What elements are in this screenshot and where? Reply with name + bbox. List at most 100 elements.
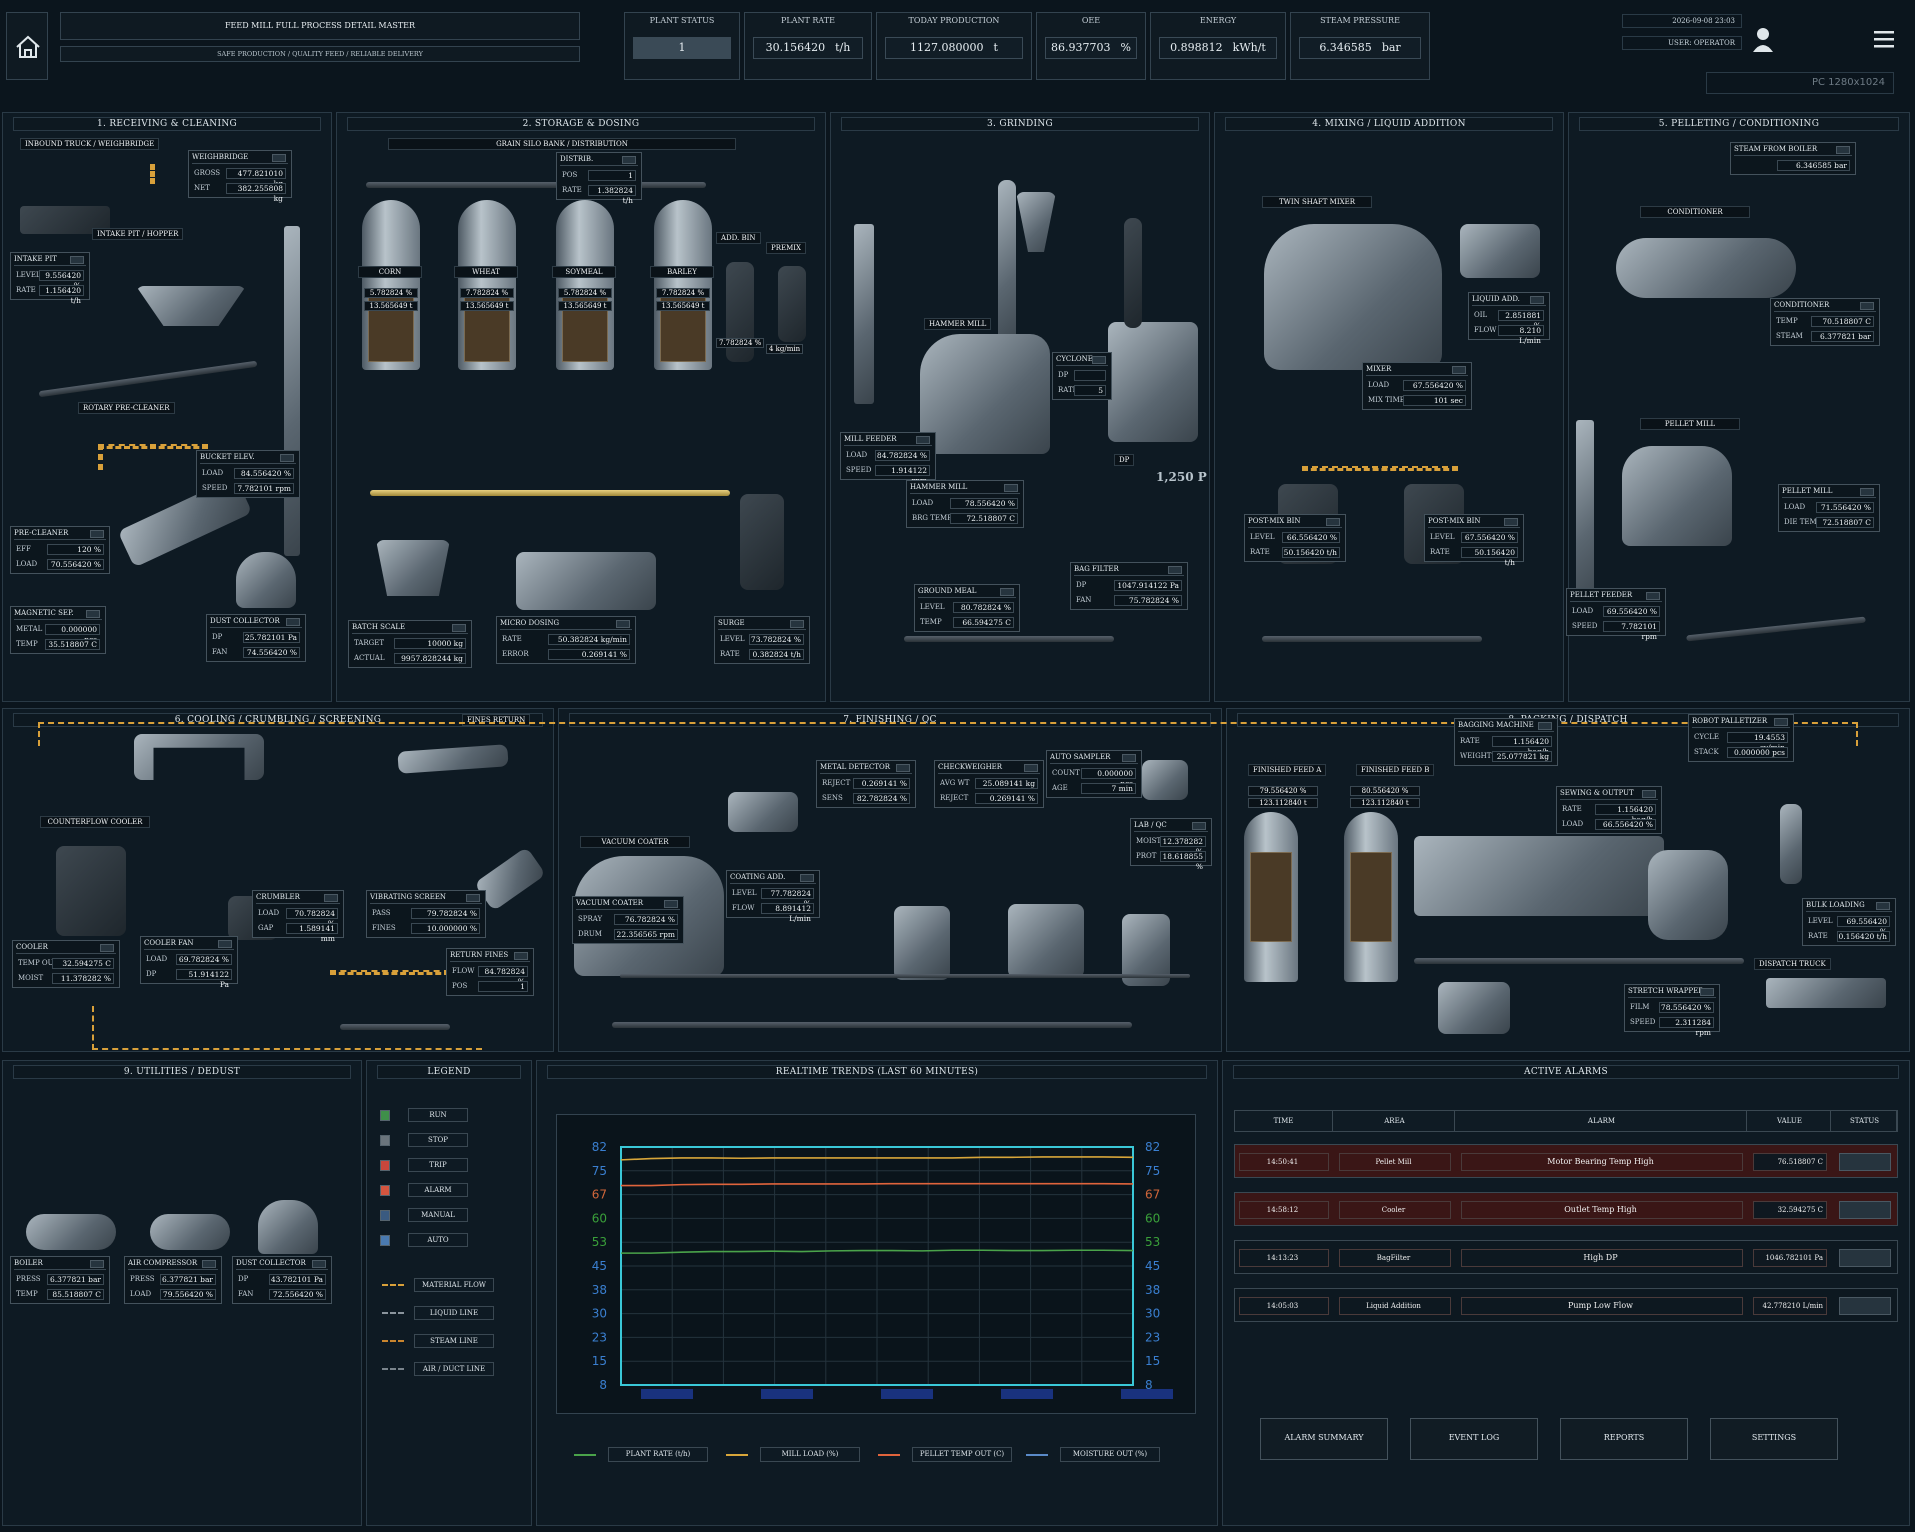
tag-title: SEWING & OUTPUT [1560, 789, 1658, 800]
tag-robotpal[interactable]: ROBOT PALLETIZERCYCLE19.4553 cy/minSTACK… [1688, 714, 1794, 762]
reports-button[interactable]: REPORTS [1560, 1418, 1688, 1460]
status-led-icon [1538, 722, 1552, 730]
y-tick-right: 38 [1145, 1283, 1160, 1297]
tag-row: DP 1047.914122 Pa [1074, 579, 1184, 592]
tag-value: 0.382824 t/h [749, 649, 804, 660]
tag-coolerfan[interactable]: COOLER FAN LOAD 69.782824 % DP 51.914122 Pa [140, 936, 238, 989]
kpi-value: 1127.080000 [910, 41, 984, 54]
tag-sewing[interactable]: SEWING & OUTPUT RATE 1.156420 bag/h LOAD 66.… [1556, 786, 1662, 834]
status-led-icon [1876, 902, 1890, 910]
tag-surge[interactable]: SURGE LEVEL 73.782824 % RATE 0.382824 t/h [714, 616, 810, 664]
tag-metaldet[interactable]: METAL DETECTOR REJECT 0.269141 % SENS 82.782… [816, 760, 916, 808]
legend-label: STEAM LINE [414, 1334, 494, 1348]
tag-postmix1[interactable]: POST-MIX BIN LEVEL 66.556420 % RATE 50.15642… [1244, 514, 1346, 562]
tag-steamboiler[interactable]: STEAM FROM BOILER 6.346585 bar [1730, 142, 1856, 175]
tag-bucket[interactable]: BUCKET ELEV. LOAD 84.556420 % SPEED 7.782101… [196, 450, 300, 498]
tag-conditioner[interactable]: CONDITIONER TEMP 70.518807 C STEAM 6.377821 … [1770, 298, 1880, 346]
legend-label: LIQUID LINE [414, 1306, 494, 1320]
alarm-row[interactable]: 14:50:41 Pellet Mill Motor Bearing Temp Hi… [1234, 1144, 1898, 1178]
alarm-ack-button[interactable] [1839, 1297, 1891, 1315]
tag-returnfines[interactable]: RETURN FINESFLOW84.782824 %POS1 [446, 948, 534, 996]
tag-key: OIL [1474, 311, 1488, 319]
tag-coatingadd[interactable]: COATING ADD.LEVEL77.782824 %FLOW8.891412… [726, 870, 820, 923]
kpi-unit: t/h [835, 41, 851, 54]
status-led-icon [1774, 718, 1788, 726]
tag-intake[interactable]: INTAKE PIT LEVEL9.556420 %RATE1.156420 t/… [10, 252, 90, 305]
tag-bulkload[interactable]: BULK LOADINGLEVEL69.556420 %RATE0.156420… [1802, 898, 1896, 946]
tag-key: TEMP [920, 618, 942, 626]
y-tick-right: 30 [1145, 1307, 1160, 1321]
menu-icon[interactable] [1874, 30, 1894, 48]
tag-crumbler[interactable]: CRUMBLER LOAD 70.782824 % GAP 1.589141 mm [252, 890, 344, 943]
tag-millfeed[interactable]: MILL FEEDER LOAD 84.782824 % SPEED 1.914122 … [840, 432, 936, 485]
tag-aircomp[interactable]: AIR COMPRESSOR PRESS 6.377821 bar LOAD 79.55… [124, 1256, 222, 1304]
alarm-ack-button[interactable] [1839, 1201, 1891, 1219]
tag-weighbridge[interactable]: WEIGHBRIDGE GROSS 477.821010 kg NET 382.2558… [188, 150, 292, 203]
tag-hammermill[interactable]: HAMMER MILL LOAD 78.556420 % BRG TEMP 72.518… [906, 480, 1024, 528]
trend-legend-item[interactable]: PELLET TEMP OUT (C) [876, 1446, 1026, 1464]
tag-distrib[interactable]: DISTRIB. POS 1 RATE 1.382824 t/h [556, 152, 642, 205]
tag-value: 6.377821 bar [46, 1274, 104, 1285]
event-log-button[interactable]: EVENT LOG [1410, 1418, 1538, 1460]
home-button[interactable] [6, 12, 48, 80]
tag-precleaner[interactable]: PRE-CLEANER EFF 120 % LOAD 70.556420 % [10, 526, 110, 574]
alarm-area: BagFilter [1339, 1249, 1451, 1267]
tag-row: SPEED 2.311284 rpm [1628, 1016, 1716, 1037]
alarm-value: 1046.782101 Pa [1753, 1249, 1827, 1267]
alarm-row[interactable]: 14:13:23 BagFilter High DP 1046.782101 Pa [1234, 1240, 1898, 1274]
tag-title-text: STEAM FROM BOILER [1734, 145, 1818, 153]
tag-title-text: MICRO DOSING [500, 619, 560, 627]
tag-postmix2[interactable]: POST-MIX BIN LEVEL 67.556420 % RATE 50.15642… [1424, 514, 1524, 567]
tag-micro[interactable]: MICRO DOSING RATE 50.382824 kg/min ERROR 0.2… [496, 616, 636, 664]
tag-value: 1.382824 t/h [587, 185, 636, 205]
tag-value: 6.377821 bar [160, 1274, 216, 1285]
tag-liquid[interactable]: LIQUID ADD. OIL 2.851881 %FLOW8.210 L/min [1468, 292, 1550, 345]
kpi-value-box: 6.346585 bar [1299, 37, 1421, 59]
tag-value: 0.269141 % [974, 793, 1038, 804]
tag-bagfilter[interactable]: BAG FILTER DP 1047.914122 Pa FAN 75.782824 % [1070, 562, 1188, 610]
tag-groundmeal[interactable]: GROUND MEAL LEVEL 80.782824 % TEMP 66.594275… [914, 584, 1020, 632]
tag-key: SENS [822, 794, 843, 802]
tag-bagging[interactable]: BAGGING MACHINE RATE 1.156420 bag/hWEIGHT2… [1454, 718, 1558, 766]
tag-checkweigh[interactable]: CHECKWEIGHER AVG WT 25.089141 kg REJECT 0.26… [934, 760, 1044, 808]
alarm-alarm: Motor Bearing Temp High [1461, 1153, 1743, 1171]
legend-swatch [380, 1135, 390, 1146]
tag-vacuum[interactable]: VACUUM COATER SPRAY 76.782824 % DRUM 22.3565… [572, 896, 684, 944]
tag-dustcoll[interactable]: DUST COLLECTOR DP 43.782101 Pa FAN 72.556420… [232, 1256, 332, 1304]
trend-legend-item[interactable]: MILL LOAD (%) [724, 1446, 874, 1464]
alarm-ack-button[interactable] [1839, 1249, 1891, 1267]
trend-legend-item[interactable]: PLANT RATE (t/h) [572, 1446, 722, 1464]
tag-batch[interactable]: BATCH SCALE TARGET 10000 kg ACTUAL 9957.8282… [348, 620, 472, 668]
user-icon[interactable] [1752, 26, 1774, 54]
status-led-icon [1530, 296, 1544, 304]
tag-row: RATE 50.156420 t/h [1248, 546, 1342, 559]
alarm-row[interactable]: 14:58:12 Cooler Outlet Temp High 32.594275 … [1234, 1192, 1898, 1226]
tag-title: MAGNETIC SEP. [14, 609, 102, 620]
tag-boiler[interactable]: BOILER PRESS 6.377821 bar TEMP 85.518807 C [10, 1256, 110, 1304]
tag-magnetic[interactable]: MAGNETIC SEP.METAL0.000000 pcsTEMP35.518… [10, 606, 106, 654]
tag-cooler[interactable]: COOLER TEMP OUT 32.594275 C MOIST 11.378282 … [12, 940, 120, 988]
alarm-summary-button[interactable]: ALARM SUMMARY [1260, 1418, 1388, 1460]
tag-pelletfeeder[interactable]: PELLET FEEDER LOAD 69.556420 % SPEED 7.78210… [1566, 588, 1666, 641]
alarm-row[interactable]: 14:05:03 Liquid Addition Pump Low Flow 42.7… [1234, 1288, 1898, 1322]
status-led-icon [466, 894, 480, 902]
tag-key: RATE [502, 635, 522, 643]
tag-mixer[interactable]: MIXER LOAD 67.556420 % MIX TIME 101 sec [1362, 362, 1472, 410]
trend-legend-item[interactable]: MOISTURE OUT (%) [1024, 1446, 1174, 1464]
tag-stretch[interactable]: STRETCH WRAPPER FILM 78.556420 % SPEED 2.311… [1624, 984, 1720, 1037]
tag-title-text: PELLET MILL [1782, 487, 1833, 495]
tag-autosampler[interactable]: AUTO SAMPLERCOUNT0.000000 pcsAGE7 min [1046, 750, 1142, 798]
tag-value: 0.269141 % [548, 649, 630, 660]
tag-cyclone[interactable]: CYCLONE DP RATE 5 [1052, 352, 1112, 400]
page-title: FEED MILL FULL PROCESS DETAIL MASTER [224, 21, 416, 30]
alarm-ack-button[interactable] [1839, 1153, 1891, 1171]
kpi-value-box: 1127.080000 t [885, 37, 1023, 59]
tag-vibscreen[interactable]: VIBRATING SCREEN PASS 79.782824 % FINES 10.0… [366, 890, 486, 938]
status-led-icon [622, 156, 636, 164]
settings-button[interactable]: SETTINGS [1710, 1418, 1838, 1460]
tag-dust1[interactable]: DUST COLLECTOR DP 25.782101 Pa FAN 74.556420… [206, 614, 306, 662]
tag-lab[interactable]: LAB / QC MOIST12.378282 %PROT18.618855 % [1130, 818, 1212, 871]
tag-pelletmill[interactable]: PELLET MILL LOAD 71.556420 % DIE TEMP 72.518… [1778, 484, 1880, 532]
label-soymeal: SOYMEAL [552, 266, 616, 278]
tag-row: FAN 75.782824 % [1074, 594, 1184, 607]
